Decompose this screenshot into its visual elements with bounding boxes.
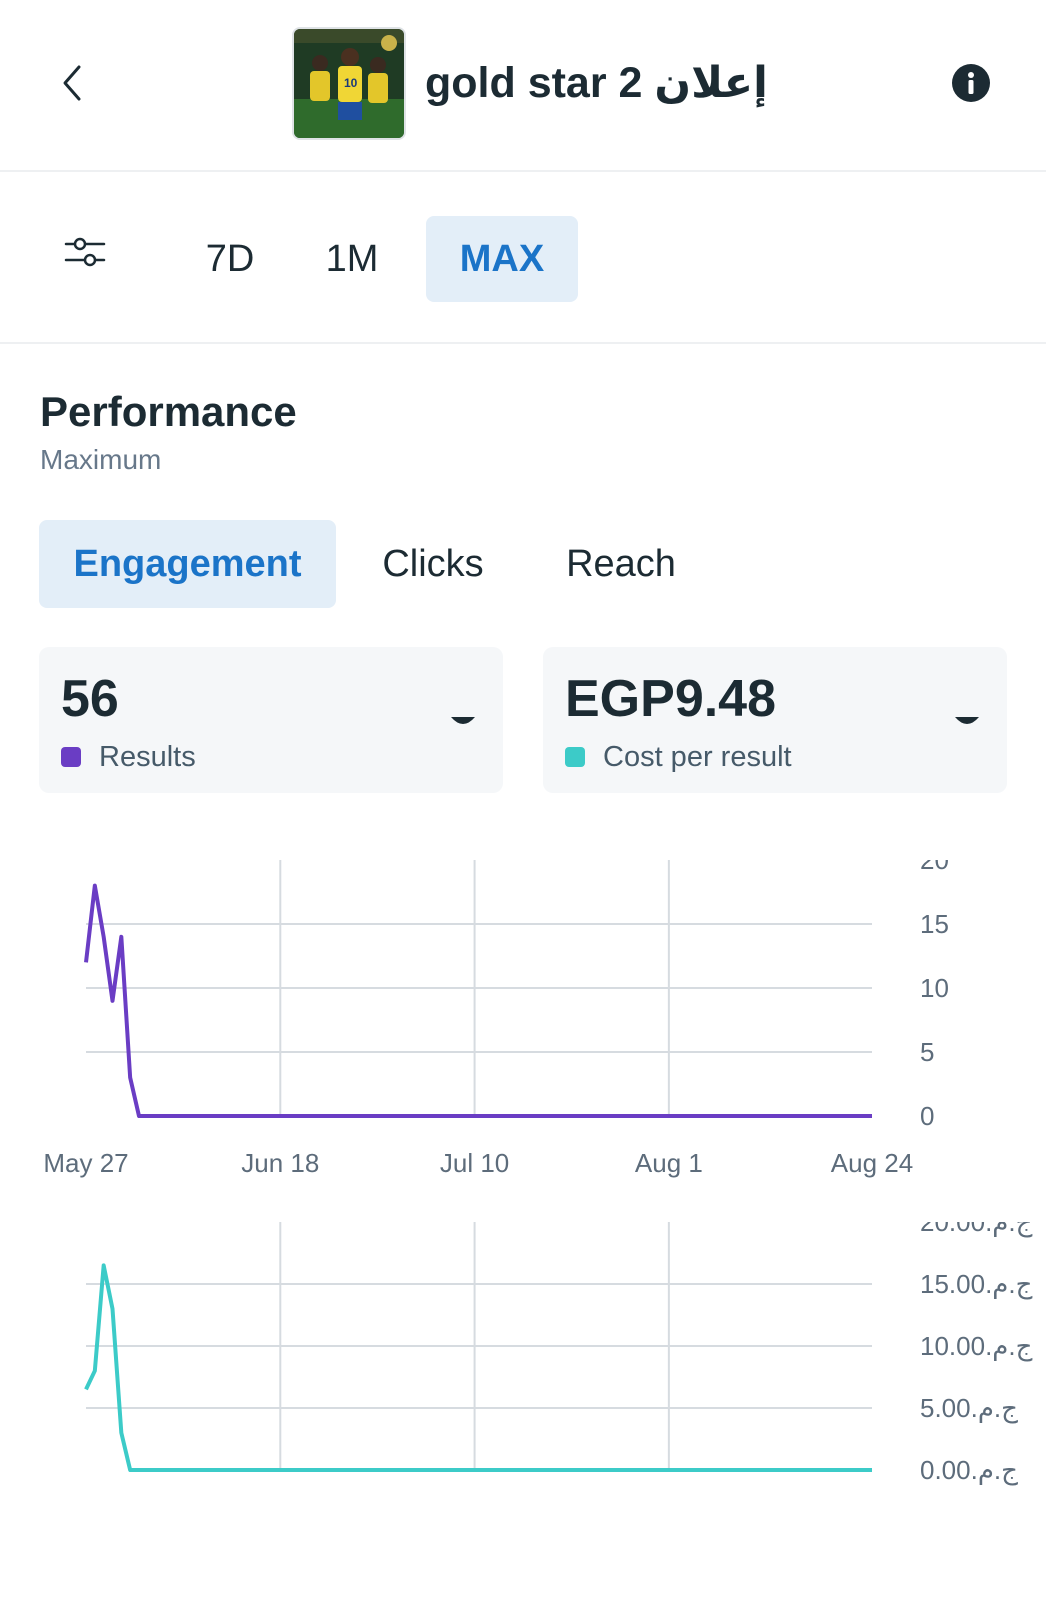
y-tick-label: 20.00.ج.م xyxy=(920,1222,1033,1238)
cost-per-result-chart: 0.00.ج.م 5.00.ج.م 10.00.ج.م 15.00.ج.م 20.00.… xyxy=(0,1222,1046,1542)
x-tick-label: May 27 xyxy=(43,1148,128,1178)
metric-tab-reach[interactable]: Reach xyxy=(546,520,696,608)
header-bar: 10 gold star 2 إعلان xyxy=(0,0,1046,172)
cost-legend-swatch xyxy=(565,747,585,767)
y-tick-label: 5.00.ج.م xyxy=(920,1393,1018,1424)
caret-down-icon xyxy=(451,717,475,724)
back-button[interactable] xyxy=(48,58,94,108)
y-tick-label: 20 xyxy=(920,860,949,875)
x-tick-label: Jun 18 xyxy=(241,1148,319,1178)
results-value: 56 xyxy=(61,670,119,728)
y-tick-label: 0 xyxy=(920,1101,934,1131)
y-tick-label: 15 xyxy=(920,909,949,939)
series-line xyxy=(84,883,872,1118)
series-line xyxy=(84,1263,872,1472)
y-tick-label: 15.00.ج.م xyxy=(920,1269,1033,1300)
x-tick-label: Jul 10 xyxy=(440,1148,509,1178)
results-chart: 0 5 10 15 20 May 27 Jun 18 Jul 10 Aug 1 Aug 24 xyxy=(0,860,1046,1200)
range-tab-1m[interactable]: 1M xyxy=(302,216,402,302)
results-card[interactable]: 56 Results xyxy=(39,647,503,793)
sliders-icon xyxy=(64,237,106,267)
metric-tab-clicks[interactable]: Clicks xyxy=(362,520,504,608)
range-tab-7d[interactable]: 7D xyxy=(180,216,280,302)
x-tick-label: Aug 24 xyxy=(831,1148,913,1178)
y-tick-label: 0.00.ج.م xyxy=(920,1455,1018,1486)
y-tick-label: 10.00.ج.م xyxy=(920,1331,1033,1362)
performance-title: Performance xyxy=(40,388,297,435)
ad-thumbnail: 10 xyxy=(292,27,406,140)
ad-title: gold star 2 إعلان xyxy=(425,59,768,107)
y-tick-label: 5 xyxy=(920,1037,934,1067)
cost-per-result-value: EGP9.48 xyxy=(565,670,777,728)
range-tab-max[interactable]: MAX xyxy=(426,216,578,302)
svg-text:10: 10 xyxy=(344,76,358,90)
metric-tab-engagement[interactable]: Engagement xyxy=(39,520,336,608)
cost-per-result-card[interactable]: EGP9.48 Cost per result xyxy=(543,647,1007,793)
cost-per-result-label: Cost per result xyxy=(603,741,792,773)
y-tick-label: 10 xyxy=(920,973,949,1003)
x-tick-label: Aug 1 xyxy=(635,1148,703,1178)
results-legend-swatch xyxy=(61,747,81,767)
info-button[interactable] xyxy=(952,64,990,102)
results-label: Results xyxy=(99,741,196,773)
results-chart-svg: 0 5 10 15 20 May 27 Jun 18 Jul 10 Aug 1 Aug 24 xyxy=(43,860,949,1178)
performance-subtitle: Maximum xyxy=(40,444,162,475)
filter-button[interactable] xyxy=(62,232,112,274)
info-icon xyxy=(968,72,974,94)
cost-chart-svg: 0.00.ج.م 5.00.ج.م 10.00.ج.م 15.00.ج.م 20.00.… xyxy=(84,1222,1033,1486)
caret-down-icon xyxy=(955,717,979,724)
date-range-bar: 7D 1M MAX xyxy=(0,172,1046,344)
chevron-left-icon xyxy=(63,65,81,101)
